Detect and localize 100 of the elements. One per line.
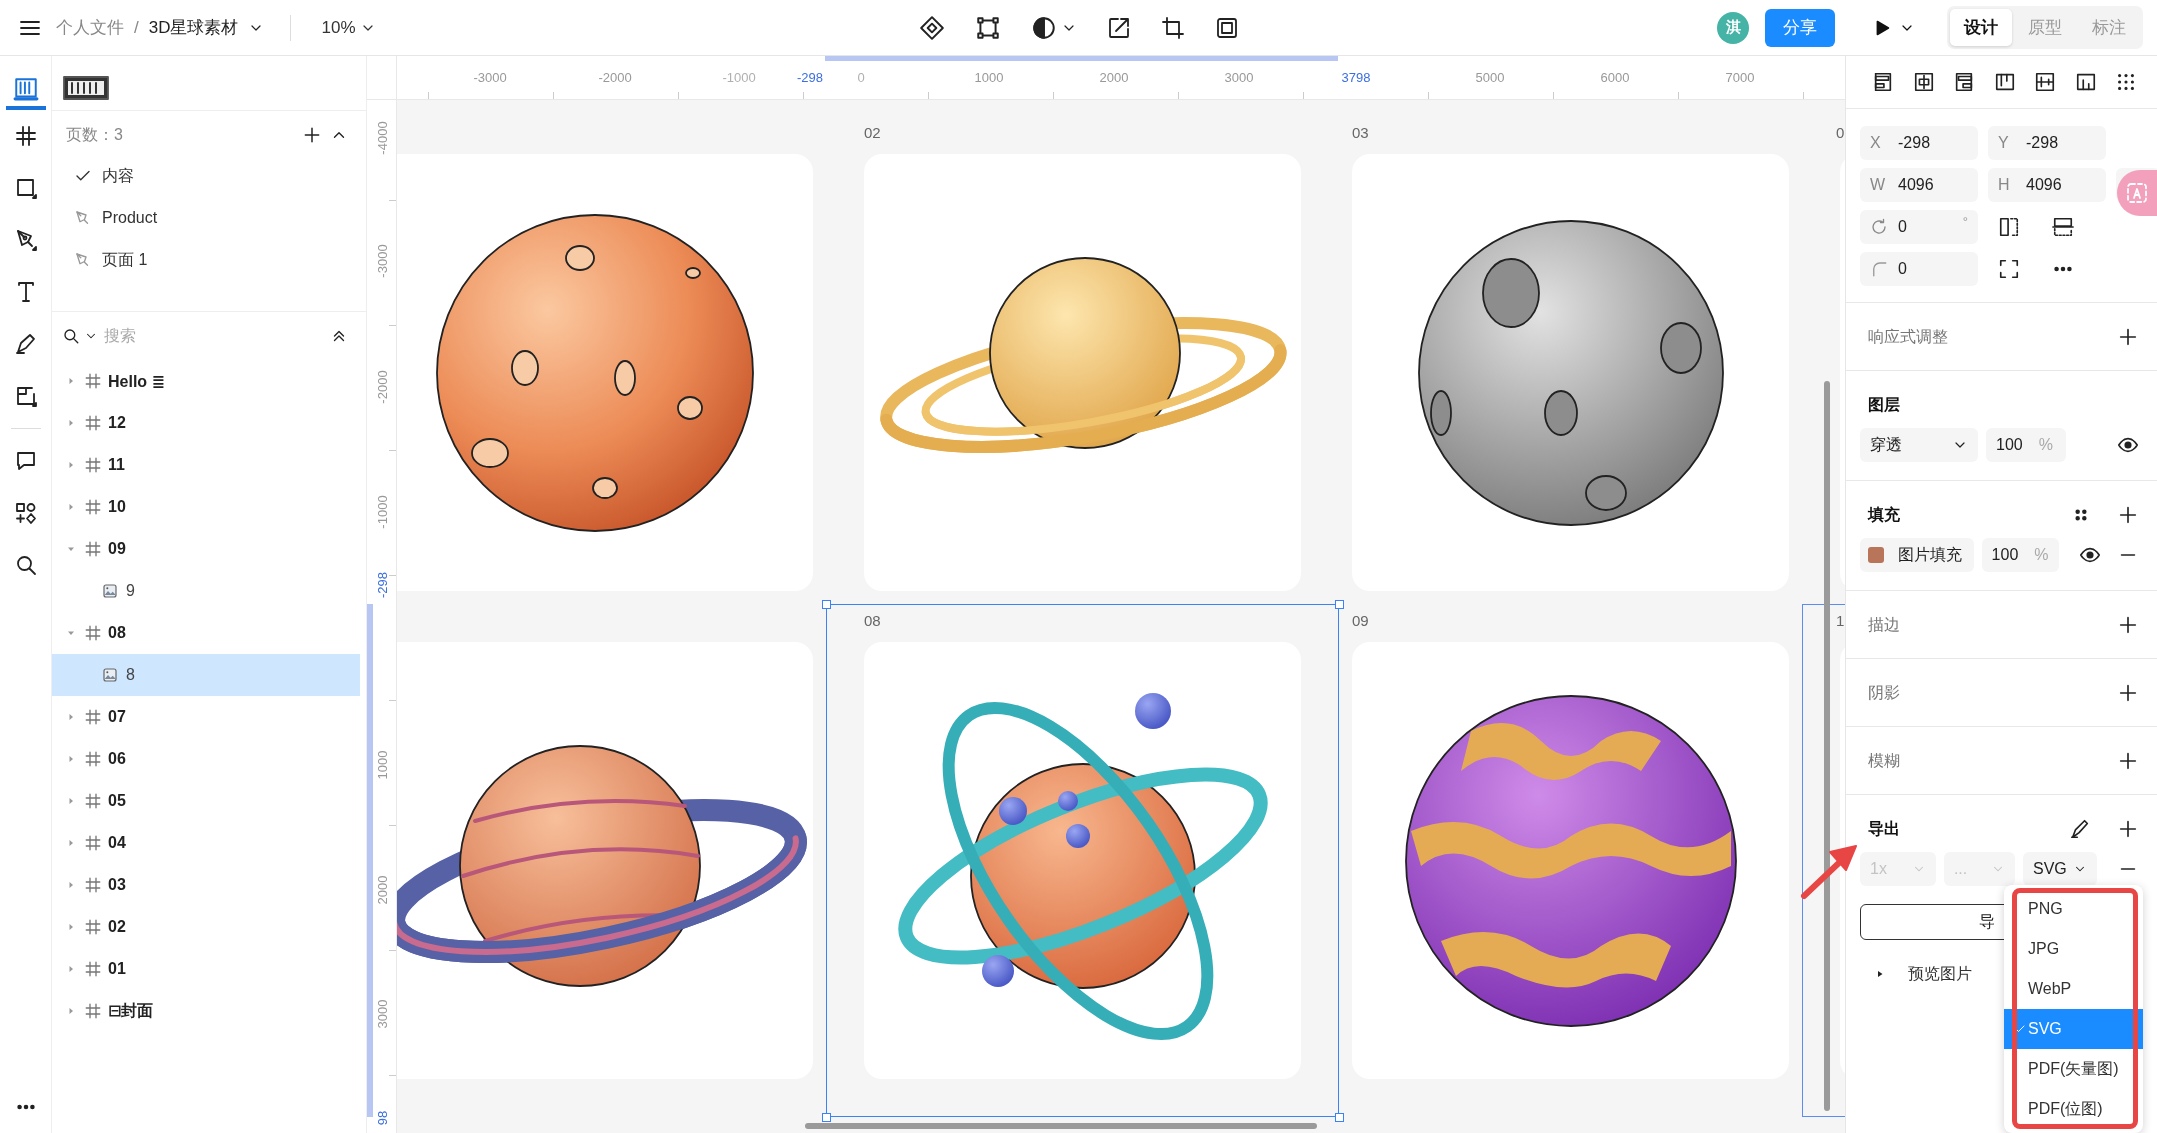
layer-item[interactable]: 03 bbox=[52, 864, 360, 906]
frame-icon bbox=[84, 540, 102, 558]
frame-icon bbox=[84, 498, 102, 516]
field-label: H bbox=[1998, 176, 2011, 194]
mode-tab[interactable]: 设计 bbox=[1950, 9, 2012, 46]
breadcrumb-current[interactable]: 3D星球素材 bbox=[148, 16, 239, 39]
frame-icon bbox=[84, 876, 102, 894]
pointer-arrow bbox=[1800, 842, 1858, 900]
section-title: 模糊 bbox=[1868, 750, 1901, 771]
image-thumbnail bbox=[1868, 547, 1884, 563]
section-title: 响应式调整 bbox=[1868, 326, 1949, 347]
layer-item[interactable]: 05 bbox=[52, 780, 360, 822]
search-field[interactable]: 搜索 bbox=[102, 326, 322, 346]
breadcrumb-separator: / bbox=[134, 17, 139, 38]
corner-radius-icon bbox=[1870, 260, 1888, 278]
resize-handle[interactable] bbox=[1335, 1113, 1344, 1122]
image-icon bbox=[102, 667, 118, 683]
layer-item[interactable]: 8 bbox=[52, 654, 360, 696]
resize-handle[interactable] bbox=[822, 600, 831, 609]
check-icon bbox=[2014, 1023, 2026, 1035]
menu-item[interactable]: WebP bbox=[2004, 969, 2143, 1009]
zoom-dropdown[interactable]: 10% bbox=[317, 13, 380, 42]
number-field[interactable]: H 4096 bbox=[1988, 168, 2106, 202]
number-field[interactable]: 0 ° bbox=[1860, 210, 1978, 244]
layer-item[interactable]: 06 bbox=[52, 738, 360, 780]
section-title: 描边 bbox=[1868, 614, 1901, 635]
menu-item[interactable]: PDF(位图) bbox=[2004, 1089, 2143, 1129]
thumbnail-icon bbox=[62, 74, 110, 102]
breadcrumb-link[interactable]: 个人文件 bbox=[56, 16, 124, 39]
number-field[interactable]: 0 bbox=[1860, 252, 1978, 286]
frame-icon bbox=[84, 834, 102, 852]
ruler-label: 5000 bbox=[1475, 70, 1505, 85]
ruler-label: -298 bbox=[374, 572, 390, 598]
search-icon bbox=[62, 327, 80, 345]
unit-label: % bbox=[2038, 436, 2053, 454]
rotate-icon bbox=[1870, 218, 1888, 236]
frame-icon bbox=[84, 414, 102, 432]
ruler-label: -2000 bbox=[598, 70, 632, 85]
ruler-label: -2000 bbox=[374, 370, 390, 404]
frame-icon bbox=[84, 372, 102, 390]
menu-item[interactable]: PDF(矢量图) bbox=[2004, 1049, 2143, 1089]
number-field[interactable]: X -298 bbox=[1860, 126, 1978, 160]
layer-item[interactable]: 07 bbox=[52, 696, 360, 738]
ruler-label: -1000 bbox=[374, 495, 390, 529]
translate-icon bbox=[2125, 181, 2149, 205]
page-item[interactable]: 内容 bbox=[52, 155, 366, 197]
unit-label: ° bbox=[1962, 214, 1968, 229]
ruler-label: 3000 bbox=[374, 999, 390, 1029]
ruler-label: 0 bbox=[857, 70, 865, 85]
resize-handle[interactable] bbox=[1335, 600, 1344, 609]
scrollbar[interactable] bbox=[805, 1123, 1317, 1129]
format-dropdown[interactable]: SVG bbox=[2023, 852, 2097, 886]
number-field[interactable]: W 4096 bbox=[1860, 168, 1978, 202]
ruler-label: 2000 bbox=[374, 875, 390, 905]
frame-icon bbox=[84, 960, 102, 978]
ruler-label: 6000 bbox=[1600, 70, 1630, 85]
frame-icon bbox=[84, 708, 102, 726]
section-title: 图层 bbox=[1868, 394, 1901, 415]
pages-count: 页数：3 bbox=[66, 124, 124, 145]
frame-icon bbox=[84, 1002, 102, 1020]
page-item[interactable]: Product bbox=[52, 197, 366, 239]
ruler-label: -298 bbox=[797, 70, 823, 85]
layer-item[interactable]: 01 bbox=[52, 948, 360, 990]
ruler-label: -1000 bbox=[722, 70, 756, 85]
ruler-label: 1000 bbox=[374, 750, 390, 780]
layer-item[interactable]: 09 bbox=[52, 528, 360, 570]
number-field[interactable]: Y -298 bbox=[1988, 126, 2106, 160]
ruler-label: 3798 bbox=[1341, 70, 1371, 85]
layer-item[interactable]: 08 bbox=[52, 612, 360, 654]
scrollbar[interactable] bbox=[1824, 381, 1830, 1111]
field-label: X bbox=[1870, 134, 1882, 152]
resize-handle[interactable] bbox=[822, 1113, 831, 1122]
frame-icon bbox=[84, 750, 102, 768]
ruler-label: 3000 bbox=[1224, 70, 1254, 85]
half-circle-icon bbox=[1030, 14, 1057, 41]
section-title: 阴影 bbox=[1868, 682, 1901, 703]
ruler-label: 1000 bbox=[974, 70, 1004, 85]
layer-item[interactable]: 9 bbox=[52, 570, 360, 612]
opacity-field[interactable]: 100 % bbox=[1986, 428, 2066, 462]
frame-icon bbox=[84, 456, 102, 474]
ruler-label: -3000 bbox=[374, 244, 390, 278]
layer-item[interactable]: ⊟封面 bbox=[52, 990, 360, 1032]
field-label: Y bbox=[1998, 134, 2010, 152]
layer-item[interactable]: 12 bbox=[52, 402, 360, 444]
page-item[interactable]: 页面 1 bbox=[52, 239, 366, 281]
layer-item[interactable]: 10 bbox=[52, 486, 360, 528]
fill-chip[interactable]: 图片填充 bbox=[1860, 538, 1974, 572]
field-label: W bbox=[1870, 176, 1884, 194]
frame-icon bbox=[84, 624, 102, 642]
ruler-label: 98 bbox=[374, 1110, 390, 1126]
blend-dropdown[interactable]: 穿透 bbox=[1860, 428, 1978, 462]
opacity-field[interactable]: 100 % bbox=[1981, 538, 2059, 572]
section-title: 导出 bbox=[1868, 818, 1901, 839]
section-title: 填充 bbox=[1868, 504, 1901, 525]
layer-item[interactable]: 04 bbox=[52, 822, 360, 864]
layer-item[interactable]: 02 bbox=[52, 906, 360, 948]
layer-item[interactable]: 11 bbox=[52, 444, 360, 486]
layer-item[interactable]: Hello ≣ bbox=[52, 360, 360, 402]
ruler-label: 7000 bbox=[1725, 70, 1755, 85]
ruler-label: -4000 bbox=[374, 121, 390, 155]
